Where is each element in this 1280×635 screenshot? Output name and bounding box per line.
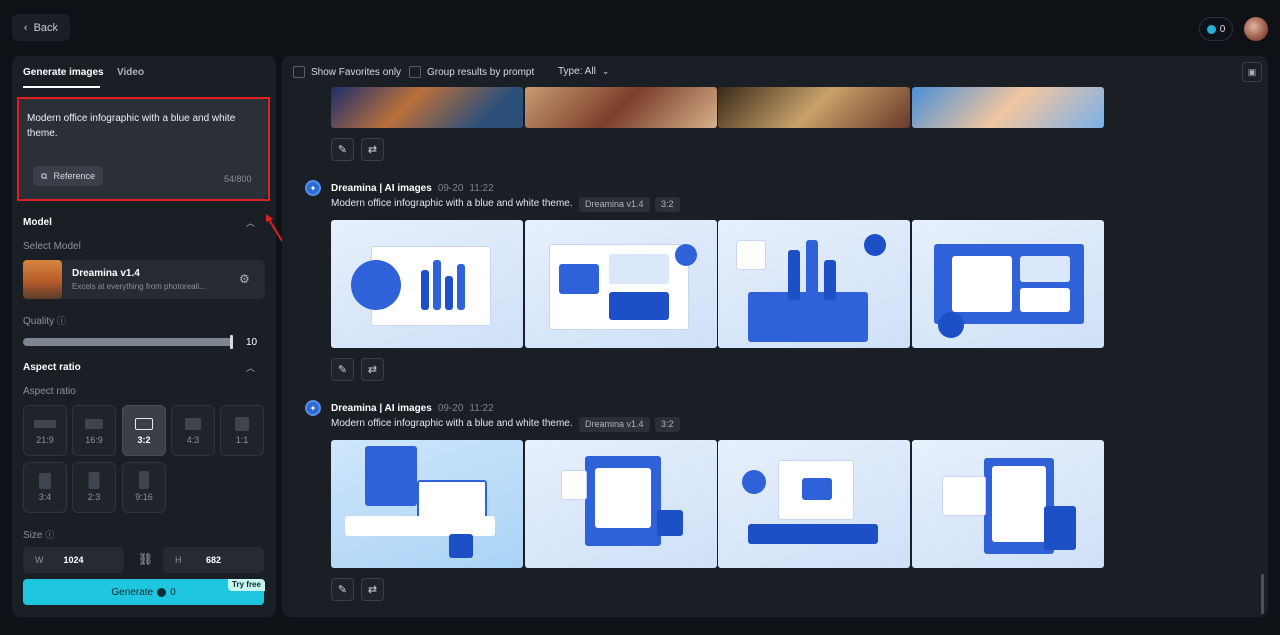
info-icon: ⓘ <box>56 316 66 326</box>
generation-prompt[interactable]: Modern office infographic with a blue an… <box>331 418 573 429</box>
generated-image[interactable] <box>525 220 717 348</box>
credits-badge[interactable]: 0 <box>1199 17 1233 41</box>
generated-image[interactable] <box>331 87 523 128</box>
generated-image[interactable] <box>331 220 523 348</box>
generate-panel: Generate images Video Modern office info… <box>12 56 276 617</box>
group-filter[interactable]: Group results by prompt <box>409 66 534 78</box>
generated-image[interactable] <box>718 87 910 128</box>
favorites-checkbox[interactable] <box>293 66 305 78</box>
group-checkbox[interactable] <box>409 66 421 78</box>
aspect-option-3-2[interactable]: 3:2 <box>122 405 166 456</box>
aspect-option-2-3[interactable]: 2:3 <box>72 462 116 513</box>
quality-slider-handle[interactable] <box>230 335 233 349</box>
aspect-shape-icon <box>34 420 56 428</box>
generated-image[interactable] <box>331 440 523 568</box>
back-button[interactable]: ‹ Back <box>12 14 70 41</box>
model-name: Dreamina v1.4 <box>72 268 140 279</box>
top-bar: ‹ Back 0 <box>0 0 1280 56</box>
generated-image[interactable] <box>718 440 910 568</box>
panel-tabs: Generate images Video <box>12 56 276 88</box>
model-tag: Dreamina v1.4 <box>579 197 650 212</box>
info-icon: ⓘ <box>45 530 55 540</box>
select-model-label: Select Model <box>23 241 81 252</box>
aspect-shape-icon <box>85 419 103 429</box>
aspect-option-4-3[interactable]: 4:3 <box>171 405 215 456</box>
prompt-char-count: 54/800 <box>224 174 252 184</box>
generation-prompt[interactable]: Modern office infographic with a blue an… <box>331 198 573 209</box>
aspect-option-1-1[interactable]: 1:1 <box>220 405 264 456</box>
chevron-left-icon: ‹ <box>23 21 28 34</box>
active-tab-indicator <box>23 86 100 88</box>
dreamina-logo-icon: ✦ <box>305 180 321 196</box>
avatar[interactable] <box>1244 17 1268 41</box>
chevron-down-icon: ⌄ <box>601 66 610 76</box>
aspect-sub-label: Aspect ratio <box>23 386 76 397</box>
chevron-up-icon[interactable]: ︿ <box>246 216 255 229</box>
reference-label: Reference <box>53 171 95 181</box>
quality-slider-track[interactable] <box>23 338 233 346</box>
generated-image[interactable] <box>718 220 910 348</box>
link-icon[interactable]: ⛓ <box>138 552 153 566</box>
model-selector[interactable]: Dreamina v1.4 Excels at everything from … <box>23 260 265 299</box>
size-label: Size ⓘ <box>23 530 55 541</box>
height-input[interactable]: H 682 <box>163 547 264 573</box>
regenerate-icon[interactable]: ⇄ <box>361 358 384 381</box>
reference-button[interactable]: ⧉ Reference <box>33 166 103 186</box>
model-section-title: Model <box>23 217 52 228</box>
favorites-filter[interactable]: Show Favorites only <box>293 66 401 78</box>
generated-image[interactable] <box>525 440 717 568</box>
sliders-icon[interactable]: ⚙ <box>239 272 253 286</box>
aspect-shape-icon <box>88 472 100 489</box>
dreamina-logo-icon: ✦ <box>305 400 321 416</box>
model-description: Excels at everything from photoreali... <box>72 282 206 291</box>
scrollbar[interactable] <box>1261 574 1264 614</box>
save-icon[interactable]: ▣ <box>1242 62 1262 82</box>
aspect-shape-icon <box>39 473 51 489</box>
quality-label: Quality ⓘ <box>23 316 66 327</box>
credits-count: 0 <box>1219 23 1226 35</box>
generation-header: ✦ Dreamina | AI images 09-20 11:22 <box>305 400 494 416</box>
regenerate-icon[interactable]: ⇄ <box>361 578 384 601</box>
aspect-shape-icon <box>185 418 201 430</box>
aspect-shape-icon <box>139 471 149 489</box>
prompt-text[interactable]: Modern office infographic with a blue an… <box>27 111 247 141</box>
credit-coin-icon <box>1206 24 1216 34</box>
credit-coin-icon <box>157 587 167 597</box>
back-label: Back <box>33 21 59 34</box>
model-thumbnail <box>23 260 62 299</box>
aspect-option-16-9[interactable]: 16:9 <box>72 405 116 456</box>
type-filter[interactable]: Type: All ⌄ <box>558 66 609 77</box>
try-free-badge: Try free <box>228 579 265 591</box>
width-input[interactable]: W 1024 <box>23 547 124 573</box>
generated-image[interactable] <box>525 87 717 128</box>
regenerate-icon[interactable]: ⇄ <box>361 138 384 161</box>
chevron-up-icon[interactable]: ︿ <box>246 361 255 374</box>
ratio-tag: 3:2 <box>655 197 680 212</box>
aspect-section-title: Aspect ratio <box>23 362 81 373</box>
tab-generate-images[interactable]: Generate images <box>23 67 104 78</box>
edit-icon[interactable]: ✎ <box>331 358 354 381</box>
aspect-option-21-9[interactable]: 21:9 <box>23 405 67 456</box>
generated-image[interactable] <box>912 87 1104 128</box>
aspect-option-9-16[interactable]: 9:16 <box>122 462 166 513</box>
aspect-shape-icon <box>135 418 153 430</box>
image-reference-icon: ⧉ <box>41 170 48 181</box>
aspect-shape-icon <box>235 417 249 431</box>
model-tag: Dreamina v1.4 <box>579 417 650 432</box>
ratio-tag: 3:2 <box>655 417 680 432</box>
generation-header: ✦ Dreamina | AI images 09-20 11:22 <box>305 180 494 196</box>
results-panel: Show Favorites only Group results by pro… <box>282 56 1268 617</box>
quality-value: 10 <box>246 337 258 348</box>
generated-image[interactable] <box>912 220 1104 348</box>
tab-video[interactable]: Video <box>117 67 144 78</box>
edit-icon[interactable]: ✎ <box>331 138 354 161</box>
edit-icon[interactable]: ✎ <box>331 578 354 601</box>
generated-image[interactable] <box>912 440 1104 568</box>
aspect-option-3-4[interactable]: 3:4 <box>23 462 67 513</box>
